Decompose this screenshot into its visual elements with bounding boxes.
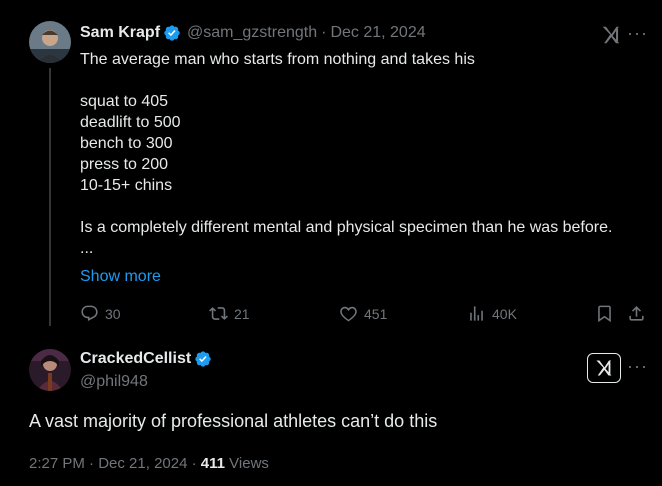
reply-header: CrackedCellist: [80, 350, 212, 368]
verified-badge-icon: [163, 24, 181, 42]
like-button[interactable]: 451: [339, 304, 387, 323]
bookmark-icon[interactable]: [595, 304, 614, 328]
tweet-date[interactable]: Dec 21, 2024: [330, 24, 425, 42]
reply-icon: [81, 305, 98, 322]
separator: ·: [89, 455, 95, 472]
retweet-icon: [209, 307, 228, 320]
grok-icon[interactable]: [600, 24, 622, 51]
more-icon[interactable]: ···: [627, 356, 648, 377]
tweet-header: Sam Krapf @sam_gzstrength · Dec 21, 2024: [80, 22, 426, 44]
reply-author-name[interactable]: CrackedCellist: [80, 350, 191, 368]
retweet-count: 21: [234, 305, 250, 322]
reply-text: A vast majority of professional athletes…: [29, 411, 438, 431]
retweet-button[interactable]: 21: [209, 304, 250, 323]
author-name[interactable]: Sam Krapf: [80, 24, 160, 42]
separator: ·: [191, 455, 197, 472]
reply-date[interactable]: Dec 21, 2024: [98, 455, 187, 472]
more-icon[interactable]: ···: [627, 23, 648, 44]
thread-line: [49, 68, 51, 326]
reply-author-handle[interactable]: @phil948: [80, 373, 148, 391]
show-more-link[interactable]: Show more: [80, 268, 161, 286]
reply-time[interactable]: 2:27 PM: [29, 455, 85, 472]
views-count: 40K: [492, 305, 517, 322]
grok-icon[interactable]: [587, 353, 621, 383]
views-icon: [470, 306, 483, 321]
reply-views-label: Views: [229, 455, 269, 472]
author-handle[interactable]: @sam_gzstrength: [187, 24, 317, 42]
reply-views-count: 411: [200, 455, 225, 472]
sam-krapf-avatar[interactable]: [29, 21, 71, 63]
reply-meta: 2:27 PM · Dec 21, 2024 · 411 Views: [29, 455, 269, 472]
cracked-cellist-avatar[interactable]: [29, 349, 71, 391]
reply-button[interactable]: 30: [80, 304, 121, 323]
tweet-text: The average man who starts from nothing …: [80, 51, 613, 257]
separator: ·: [321, 24, 327, 41]
like-icon: [340, 306, 357, 322]
like-count: 451: [364, 305, 388, 322]
verified-badge-icon: [194, 350, 212, 368]
share-icon[interactable]: [627, 304, 646, 328]
views-button[interactable]: 40K: [467, 304, 517, 323]
reply-count: 30: [105, 305, 121, 322]
